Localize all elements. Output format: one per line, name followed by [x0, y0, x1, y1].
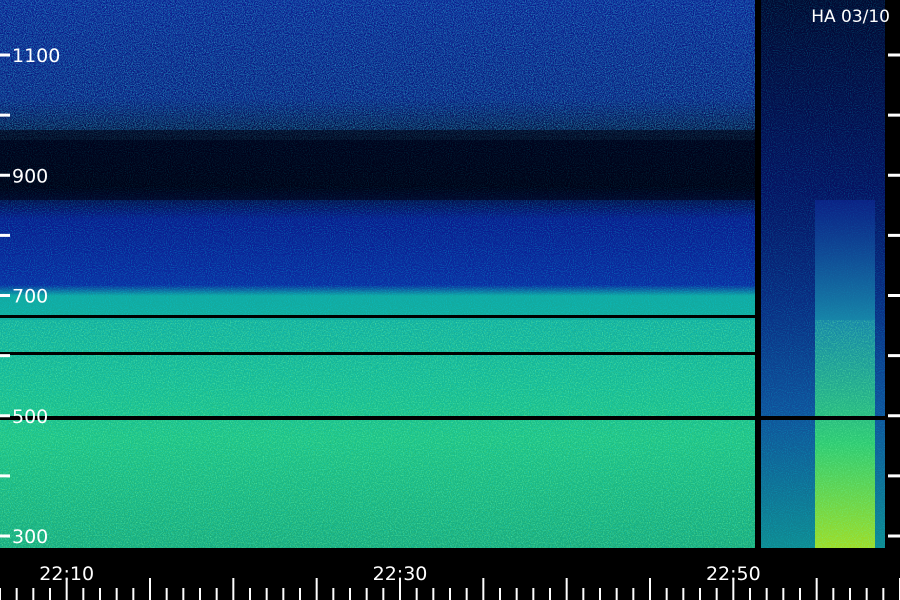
y-tick-label: 500	[12, 406, 48, 428]
x-minor-tick	[615, 588, 618, 600]
x-minor-tick	[699, 588, 701, 600]
x-minor-tick	[49, 588, 51, 600]
x-major-tick	[149, 578, 151, 600]
x-minor-tick	[332, 588, 335, 600]
y-tick	[888, 173, 900, 177]
x-minor-tick	[282, 588, 285, 600]
y-tick	[888, 294, 900, 297]
x-minor-tick	[515, 588, 518, 600]
x-tick-label: 22:10	[39, 563, 94, 585]
x-minor-tick	[465, 588, 468, 600]
y-tick	[888, 534, 900, 538]
y-tick	[0, 534, 10, 538]
x-major-tick	[315, 578, 318, 600]
y-tick	[888, 474, 900, 478]
x-minor-tick	[582, 588, 585, 600]
x-tick-label: 22:30	[373, 563, 428, 585]
x-minor-tick	[132, 588, 135, 600]
y-tick	[0, 354, 10, 358]
x-minor-tick	[632, 588, 635, 600]
x-minor-tick	[249, 588, 251, 600]
y-tick	[888, 233, 900, 237]
x-minor-tick	[165, 588, 168, 600]
x-minor-tick	[849, 588, 851, 600]
y-tick	[888, 414, 900, 418]
x-major-tick	[649, 578, 651, 600]
x-minor-tick	[299, 588, 301, 600]
x-minor-tick	[82, 588, 85, 600]
x-minor-tick	[415, 588, 418, 600]
x-minor-tick	[599, 588, 601, 600]
x-minor-tick	[765, 588, 768, 600]
x-minor-tick	[115, 588, 118, 600]
x-minor-tick	[15, 588, 18, 600]
x-minor-tick	[349, 588, 351, 600]
y-tick-label: 700	[12, 286, 48, 308]
x-minor-tick	[665, 588, 668, 600]
x-minor-tick	[499, 588, 501, 600]
plot-label: HA 03/10	[811, 7, 890, 27]
x-minor-tick	[382, 588, 385, 600]
y-tick	[0, 294, 10, 297]
post-gap-region	[755, 0, 900, 548]
x-minor-tick	[0, 588, 1, 600]
x-minor-tick	[532, 588, 535, 600]
x-tick-label: 22:50	[706, 563, 761, 585]
x-minor-tick	[549, 588, 551, 600]
y-tick	[888, 113, 900, 117]
y-tick	[0, 173, 10, 177]
y-tick	[0, 113, 10, 117]
y-tick-label: 1100	[12, 45, 60, 67]
x-minor-tick	[432, 588, 435, 600]
x-minor-tick	[749, 588, 751, 600]
x-minor-tick	[449, 588, 451, 600]
x-minor-tick	[715, 588, 718, 600]
x-minor-tick	[799, 588, 801, 600]
x-minor-tick	[682, 588, 685, 600]
spectrum-field	[0, 0, 755, 548]
y-tick-label: 300	[12, 526, 48, 548]
x-minor-tick	[215, 588, 218, 600]
x-major-tick	[482, 578, 485, 600]
x-minor-tick	[882, 588, 885, 600]
y-tick-label: 900	[12, 165, 48, 187]
y-tick	[0, 474, 10, 478]
x-minor-tick	[865, 588, 868, 600]
x-major-tick	[565, 578, 568, 600]
x-major-tick	[815, 578, 818, 600]
x-minor-tick	[832, 588, 835, 600]
spectrogram-plot: 1100 900 700 500 300 22:10 22:30 22:50 HA 03/1…	[0, 0, 900, 600]
y-tick	[0, 53, 10, 57]
x-minor-tick	[265, 588, 268, 600]
x-minor-tick	[199, 588, 201, 600]
x-minor-tick	[99, 588, 101, 600]
x-minor-tick	[32, 588, 35, 600]
y-tick	[888, 53, 900, 57]
y-tick	[0, 233, 10, 237]
x-minor-tick	[182, 588, 185, 600]
x-minor-tick	[782, 588, 785, 600]
x-minor-tick	[365, 588, 368, 600]
x-major-tick	[232, 578, 235, 600]
y-tick	[0, 414, 10, 418]
y-tick	[888, 354, 900, 358]
